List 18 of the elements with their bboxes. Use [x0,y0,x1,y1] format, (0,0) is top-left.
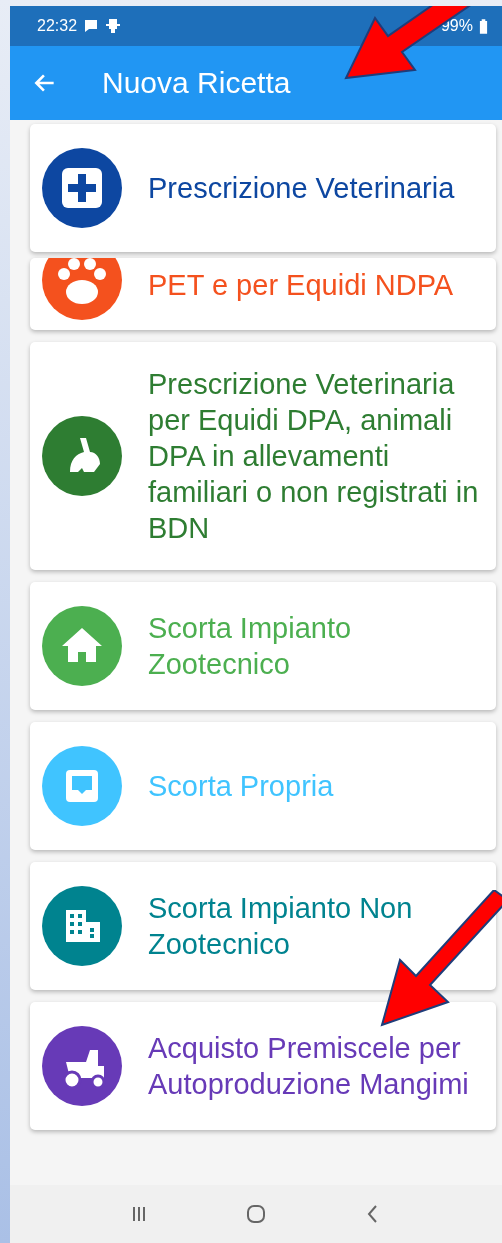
clock-time: 22:32 [37,17,78,35]
menu-card[interactable]: PET e per Equidi NDPA [30,258,496,330]
screen-title: Nuova Ricetta [102,66,291,100]
menu-label: Prescrizione Veterinaria per Equidi DPA, animali DPA in allevamenti familiari o non registrati in BDN [148,367,480,546]
menu-card[interactable]: Prescrizione Veterinaria [30,124,496,252]
menu-label: PET e per Equidi NDPA [148,268,454,303]
menu-card[interactable]: Scorta Impianto Zootecnico [30,582,496,710]
chat-icon [83,18,100,34]
menu-card[interactable]: Prescrizione Veterinaria per Equidi DPA, animali DPA in allevamenti familiari o non registrati in BDN [30,342,496,570]
menu-label: Scorta Impianto Non Zootecnico [148,891,414,962]
menu-label: Prescrizione Veterinaria [148,171,455,206]
menu-label: Scorta Impianto Zootecnico [148,611,353,682]
menu-label: Acquisto Premiscele per Autoproduzione Mangimi [148,1031,470,1102]
menu-card[interactable]: Scorta Impianto Non Zootecnico [30,862,496,990]
menu-label: Scorta Propria [148,769,334,804]
home-icon[interactable] [244,1202,268,1226]
menu-card[interactable]: Acquisto Premiscele per Autoproduzione Mangimi [30,1002,496,1130]
battery-icon [479,18,488,34]
